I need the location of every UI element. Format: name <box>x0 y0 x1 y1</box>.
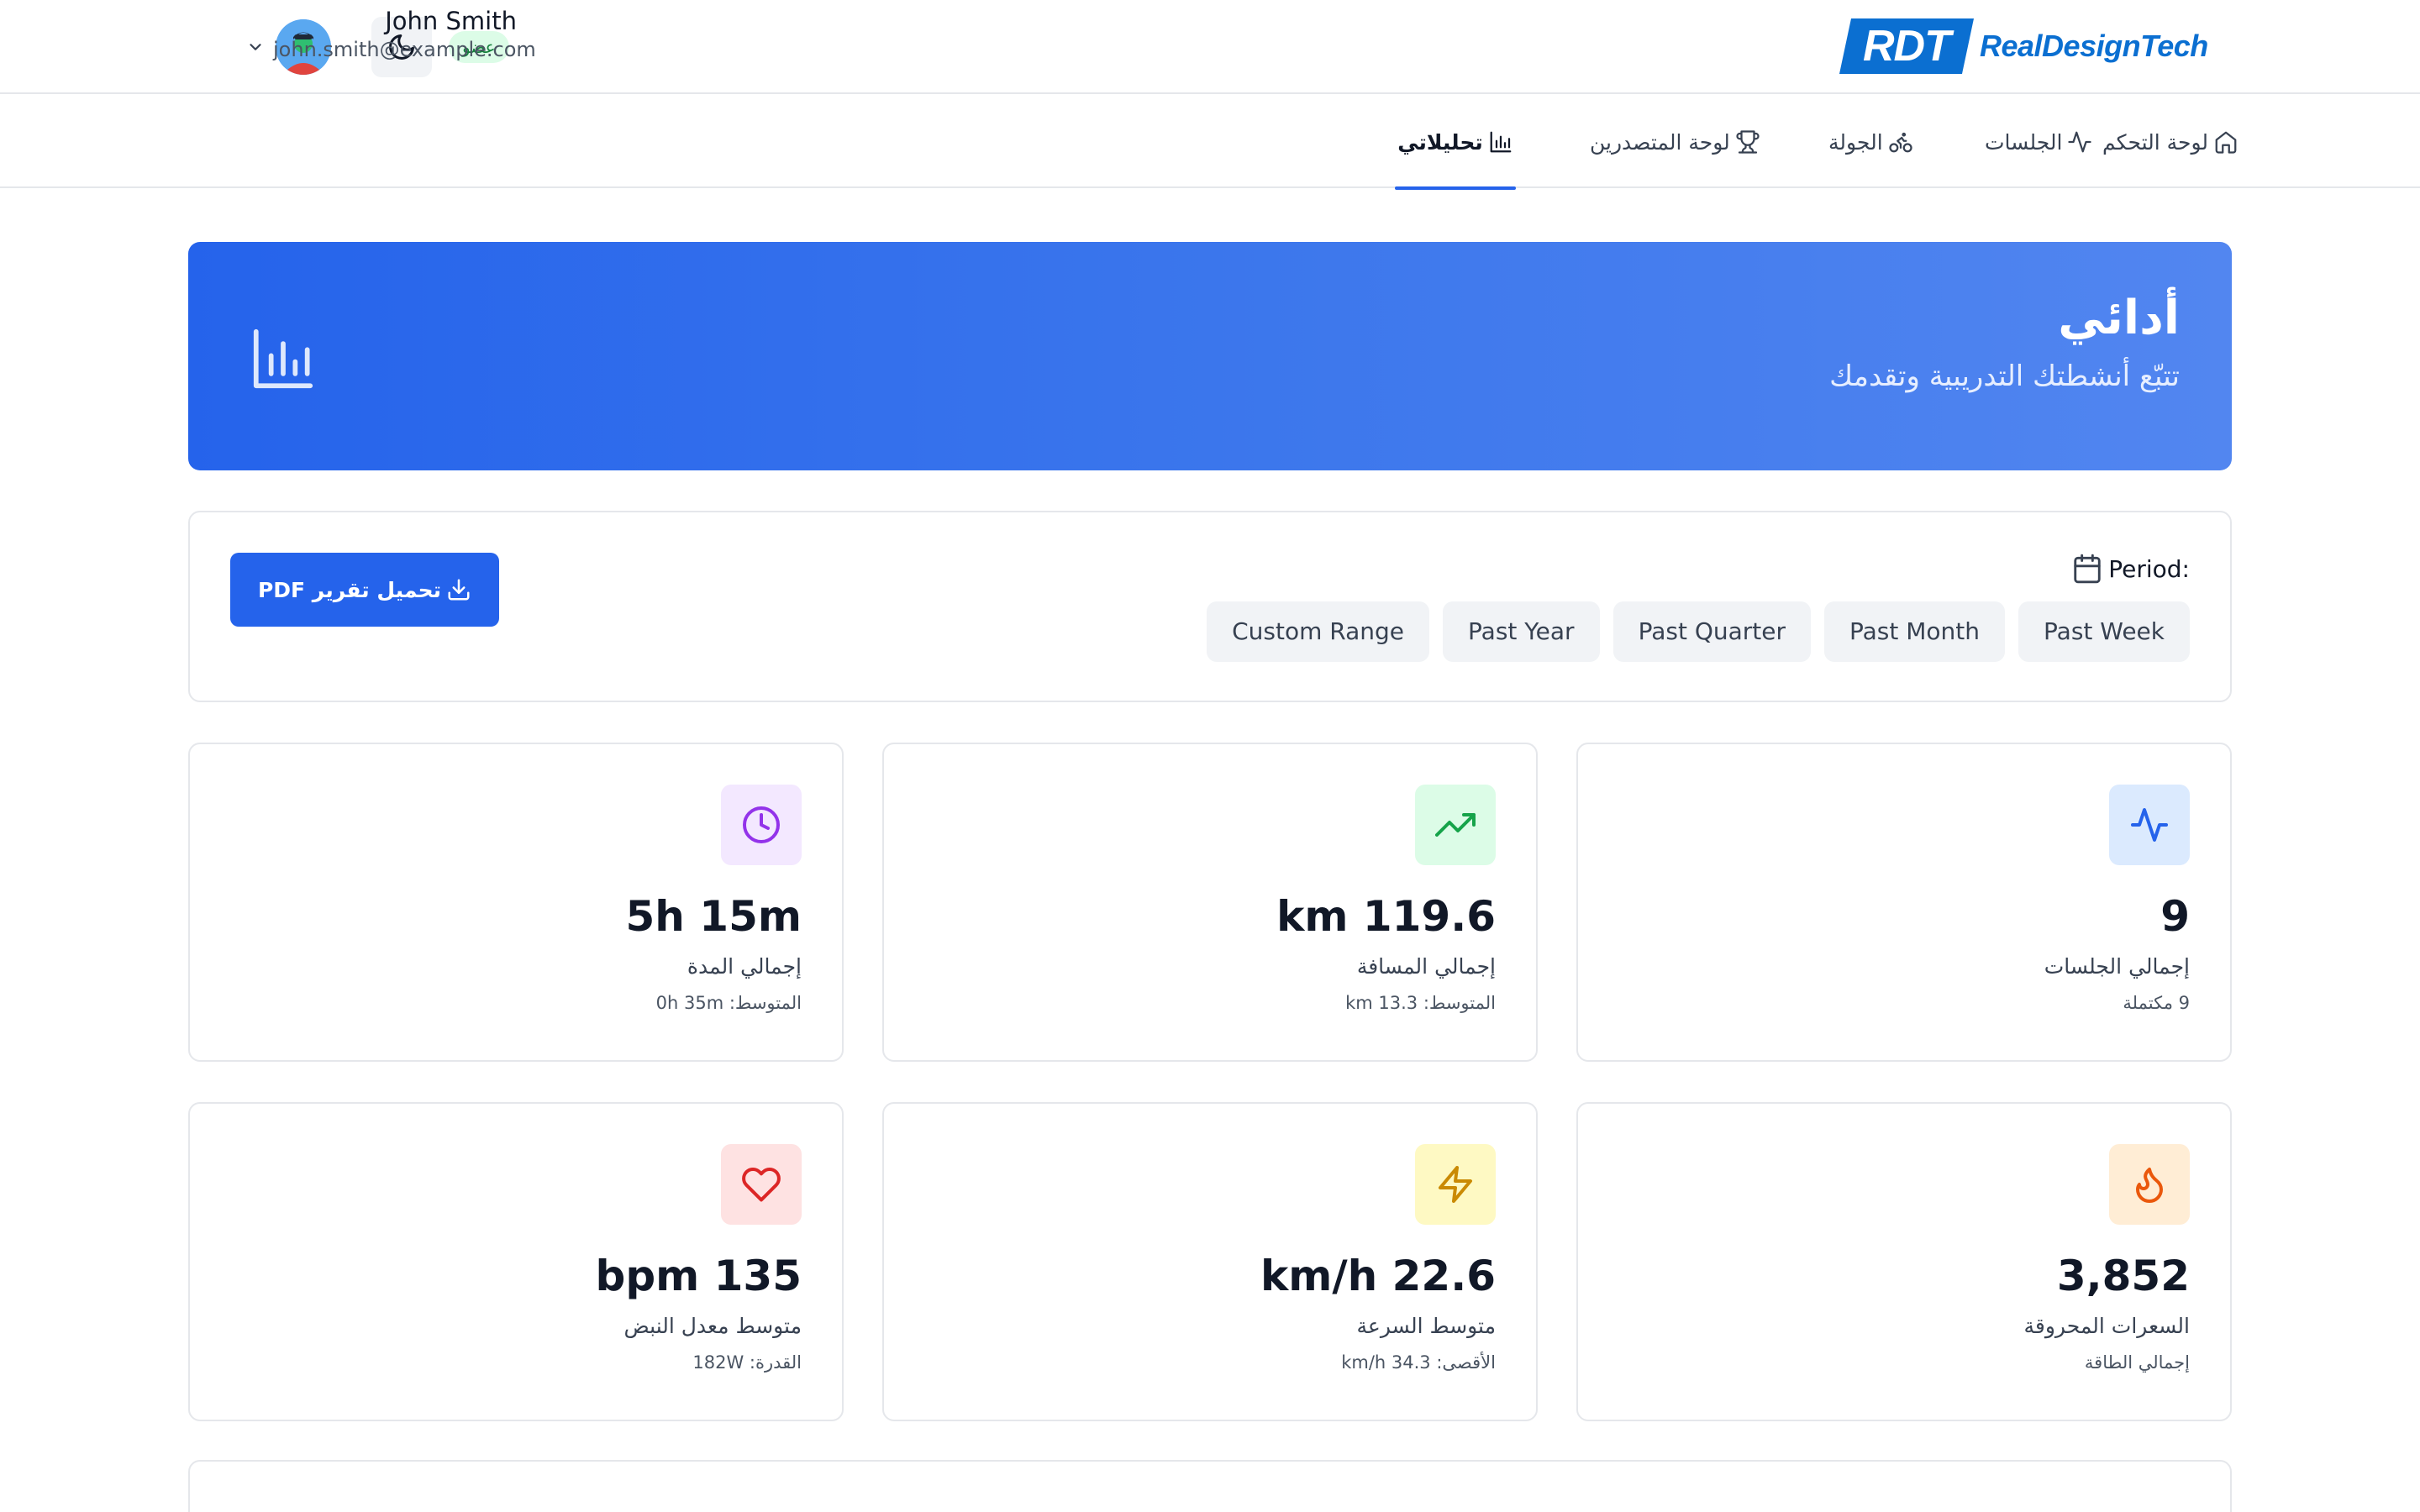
download-pdf-button[interactable]: تحميل تقرير PDF <box>230 553 499 627</box>
stat-value: bpm 135 <box>595 1252 802 1300</box>
stat-subtext: المتوسط: 0h 35m <box>655 993 802 1013</box>
stat-label: إجمالي الجلسات <box>2044 954 2190 979</box>
stat-value: 3,852 <box>2056 1252 2190 1300</box>
stat-card-avg-speed: km/h 22.6 متوسط السرعة الأقصى: km/h 34.3 <box>882 1102 1538 1421</box>
flame-icon <box>2136 1168 2163 1203</box>
tab-dashboard[interactable]: لوحة التحكم <box>2102 96 2238 188</box>
tab-leaderboard[interactable]: لوحة المتصدرين <box>1590 96 1760 188</box>
stat-card-avg-heart-rate: bpm 135 متوسط معدل النبض القدرة: 182W <box>188 1102 844 1421</box>
period-past-year-button[interactable]: Past Year <box>1443 601 1600 662</box>
stat-card-calories: 3,852 السعرات المحروقة إجمالي الطاقة <box>1576 1102 2232 1421</box>
stat-subtext: القدرة: 182W <box>692 1352 802 1373</box>
trophy-icon <box>1736 130 1760 154</box>
stat-label: السعرات المحروقة <box>2023 1314 2190 1338</box>
stat-icon-box <box>721 785 802 865</box>
chart-section-card <box>188 1460 2232 1512</box>
stat-icon-box <box>2109 785 2190 865</box>
activity-icon <box>2068 131 2092 153</box>
stat-label: متوسط معدل النبض <box>623 1314 802 1338</box>
top-header: RDT RealDesignTech عضو John Smith john.s… <box>0 0 2420 94</box>
user-email: john.smith@example.com <box>273 38 536 61</box>
hero-subtitle: تتبّع أنشطتك التدريبية وتقدمك <box>1829 360 2180 393</box>
stat-value: 5h 15m <box>625 892 802 941</box>
stat-value: km 119.6 <box>1276 892 1496 941</box>
bar-chart-icon <box>1490 131 1512 153</box>
tab-my-analytics[interactable]: تحليلاتي <box>1395 96 1516 190</box>
home-icon <box>2215 131 2237 154</box>
stat-icon-box <box>1415 785 1496 865</box>
bike-icon <box>1889 132 1912 153</box>
bar-chart-icon <box>247 323 319 398</box>
stat-label: إجمالي المدة <box>687 954 802 979</box>
stat-label: إجمالي المسافة <box>1356 954 1496 979</box>
tab-sessions[interactable]: الجلسات <box>1985 96 2092 188</box>
stat-card-total-duration: 5h 15m إجمالي المدة المتوسط: 0h 35m <box>188 743 844 1062</box>
main-nav-tabs: لوحة التحكم الجلسات الجولة لوحة المتصدري… <box>0 96 2420 190</box>
stat-card-total-sessions: 9 إجمالي الجلسات 9 مكتملة <box>1576 743 2232 1062</box>
zap-icon <box>1439 1166 1472 1203</box>
stat-subtext: الأقصى: km/h 34.3 <box>1341 1352 1496 1373</box>
stat-value: km/h 22.6 <box>1260 1252 1496 1300</box>
tab-label: لوحة المتصدرين <box>1590 129 1730 155</box>
stat-icon-box <box>2109 1144 2190 1225</box>
stat-subtext: إجمالي الطاقة <box>2084 1352 2190 1373</box>
stat-subtext: المتوسط: km 13.3 <box>1345 993 1496 1013</box>
tab-label: تحليلاتي <box>1397 129 1483 155</box>
stat-subtext: 9 مكتملة <box>2123 993 2190 1013</box>
period-custom-range-button[interactable]: Custom Range <box>1207 601 1430 662</box>
brand-logo[interactable]: RDT RealDesignTech <box>1839 18 2208 74</box>
period-options: Past Week Past Month Past Quarter Past Y… <box>1207 601 2190 662</box>
user-info: John Smith john.smith@example.com <box>273 5 536 62</box>
calendar-icon <box>2074 554 2101 584</box>
period-past-week-button[interactable]: Past Week <box>2018 601 2190 662</box>
download-icon <box>448 579 470 601</box>
user-name: John Smith <box>385 7 517 35</box>
clock-icon <box>743 806 780 843</box>
stat-card-total-distance: km 119.6 إجمالي المسافة المتوسط: km 13.3 <box>882 743 1538 1062</box>
chevron-down-icon[interactable] <box>244 35 267 59</box>
tab-label: لوحة التحكم <box>2102 129 2209 155</box>
period-past-month-button[interactable]: Past Month <box>1824 601 2006 662</box>
heart-icon <box>742 1168 781 1202</box>
stat-value: 9 <box>2160 892 2190 941</box>
stat-icon-box <box>1415 1144 1496 1225</box>
period-label-text: Period: <box>2108 554 2190 583</box>
tab-ride[interactable]: الجولة <box>1828 96 1913 188</box>
logo-text: RealDesignTech <box>1980 29 2208 63</box>
trending-up-icon <box>1435 813 1476 837</box>
stat-icon-box <box>721 1144 802 1225</box>
period-past-quarter-button[interactable]: Past Quarter <box>1612 601 1812 662</box>
activity-icon <box>2131 808 2168 842</box>
performance-hero-banner: أدائي تتبّع أنشطتك التدريبية وتقدمك <box>188 242 2232 470</box>
tab-label: الجولة <box>1828 129 1883 155</box>
period-label: Period: <box>2071 553 2190 585</box>
tab-label: الجلسات <box>1985 129 2063 155</box>
period-filter-panel: Period: Past Week Past Month Past Quarte… <box>188 511 2232 702</box>
hero-title: أدائي <box>2058 291 2180 345</box>
logo-mark: RDT <box>1839 18 1975 74</box>
stat-label: متوسط السرعة <box>1356 1314 1496 1338</box>
download-pdf-label: تحميل تقرير PDF <box>257 577 442 602</box>
